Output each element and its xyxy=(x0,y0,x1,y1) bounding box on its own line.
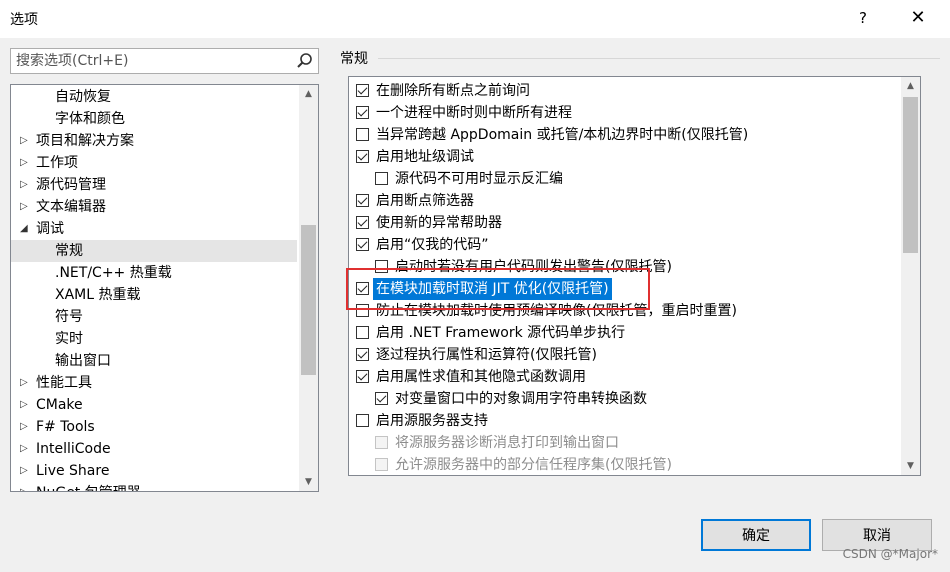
option-checkbox[interactable] xyxy=(375,172,388,185)
tree-scrollbar[interactable]: ▲ ▼ xyxy=(299,85,318,491)
tree-item-label: F# Tools xyxy=(36,419,95,435)
option-label: 允许源服务器中的部分信任程序集(仅限托管) xyxy=(395,457,672,473)
option-checkbox[interactable] xyxy=(375,260,388,273)
option-checkbox[interactable] xyxy=(356,216,369,229)
close-button[interactable]: ✕ xyxy=(905,6,931,30)
expand-arrow-icon[interactable]: ▷ xyxy=(20,196,28,218)
section-divider xyxy=(378,58,940,59)
tree-item-label: 工作项 xyxy=(36,155,78,171)
section-title: 常规 xyxy=(340,51,368,67)
tree-item-label: 调试 xyxy=(36,221,64,237)
options-tree: ▷ NuGet 包管理器 ▷ Live Share ▷ IntelliCode ▷ F# To… xyxy=(10,84,319,492)
option-checkbox[interactable] xyxy=(356,370,369,383)
tree-item-label: 符号 xyxy=(55,309,83,325)
tree-item-label: Live Share xyxy=(36,463,110,479)
tree-item-label: 输出窗口 xyxy=(55,353,111,369)
option-label: 对变量窗口中的对象调用字符串转换函数 xyxy=(395,391,647,407)
expand-arrow-icon[interactable]: ▷ xyxy=(20,416,28,438)
option-checkbox[interactable] xyxy=(356,84,369,97)
tree-item-label: CMake xyxy=(36,397,83,413)
option-checkbox[interactable] xyxy=(356,150,369,163)
expand-arrow-icon[interactable]: ▷ xyxy=(20,394,28,416)
help-button[interactable]: ? xyxy=(852,6,874,30)
tree-item-label: 源代码管理 xyxy=(36,177,106,193)
option-checkbox[interactable] xyxy=(356,348,369,361)
tree-item-label: 字体和颜色 xyxy=(55,111,125,127)
tree-item-label: .NET/C++ 热重载 xyxy=(55,265,172,281)
scroll-down-icon[interactable]: ▼ xyxy=(299,473,318,491)
option-checkbox[interactable] xyxy=(356,282,369,295)
scroll-up-icon[interactable]: ▲ xyxy=(299,85,318,103)
tree-scroll-thumb[interactable] xyxy=(301,225,316,375)
tree-item[interactable]: 常规 xyxy=(11,240,297,262)
search-box xyxy=(10,48,319,74)
option-label: 启用“仅我的代码” xyxy=(376,237,489,253)
expand-arrow-icon[interactable]: ▷ xyxy=(20,372,28,394)
expand-arrow-icon[interactable]: ▷ xyxy=(20,152,28,174)
option-checkbox[interactable] xyxy=(356,238,369,251)
window-title: 选项 xyxy=(10,12,38,28)
option-label: 逐过程执行属性和运算符(仅限托管) xyxy=(376,347,597,363)
search-input[interactable] xyxy=(16,52,286,70)
options-scrollbar[interactable]: ▲ ▼ xyxy=(901,77,920,475)
options-list: 允许源服务器中的部分信任程序集(仅限托管) 将源服务器诊断消息打印到输出窗口 启用源… xyxy=(348,76,921,476)
tree-item-label: XAML 热重载 xyxy=(55,287,141,303)
title-bar: 选项 ? ✕ xyxy=(0,0,950,38)
option-label: 启用断点筛选器 xyxy=(376,193,474,209)
ok-button[interactable]: 确定 xyxy=(701,519,811,551)
option-checkbox[interactable] xyxy=(356,414,369,427)
option-checkbox[interactable] xyxy=(356,326,369,339)
option-label: 防止在模块加载时使用预编译映像(仅限托管，重启时重置) xyxy=(376,303,737,319)
option-label: 当异常跨越 AppDomain 或托管/本机边界时中断(仅限托管) xyxy=(376,127,749,143)
option-label: 在删除所有断点之前询问 xyxy=(376,83,530,99)
tree-item-label: IntelliCode xyxy=(36,441,111,457)
option-label: 源代码不可用时显示反汇编 xyxy=(395,171,563,187)
watermark: CSDN @*Major* xyxy=(842,547,938,561)
option-checkbox xyxy=(375,436,388,449)
option-label: 启动时若没有用户代码则发出警告(仅限托管) xyxy=(395,259,672,275)
scroll-down-icon[interactable]: ▼ xyxy=(901,457,920,475)
tree-item-label: 自动恢复 xyxy=(55,89,111,105)
tree-item-label: 实时 xyxy=(55,331,83,347)
option-checkbox[interactable] xyxy=(375,392,388,405)
option-checkbox xyxy=(375,458,388,471)
search-icon[interactable] xyxy=(295,51,315,71)
option-label: 一个进程中断时则中断所有进程 xyxy=(376,105,572,121)
tree-item-label: 文本编辑器 xyxy=(36,199,106,215)
option-label: 启用源服务器支持 xyxy=(376,413,488,429)
option-label: 在模块加载时取消 JIT 优化(仅限托管) xyxy=(373,278,612,300)
options-scroll-thumb[interactable] xyxy=(903,97,918,253)
option-checkbox[interactable] xyxy=(356,128,369,141)
option-label: 启用属性求值和其他隐式函数调用 xyxy=(376,369,586,385)
tree-item-label: 项目和解决方案 xyxy=(36,133,134,149)
option-label: 使用新的异常帮助器 xyxy=(376,215,502,231)
expand-arrow-icon[interactable]: ▷ xyxy=(20,130,28,152)
scroll-up-icon[interactable]: ▲ xyxy=(901,77,920,95)
expand-arrow-icon[interactable]: ▷ xyxy=(20,460,28,482)
expand-arrow-icon[interactable]: ▷ xyxy=(20,438,28,460)
expand-arrow-icon[interactable]: ▷ xyxy=(20,482,28,491)
option-label: 启用 .NET Framework 源代码单步执行 xyxy=(376,325,626,341)
option-checkbox[interactable] xyxy=(356,106,369,119)
collapse-arrow-icon[interactable]: ◢ xyxy=(20,218,28,240)
tree-item-label: 常规 xyxy=(55,243,83,259)
option-checkbox[interactable] xyxy=(356,304,369,317)
option-label: 启用地址级调试 xyxy=(376,149,474,165)
option-checkbox[interactable] xyxy=(356,194,369,207)
option-label: 将源服务器诊断消息打印到输出窗口 xyxy=(395,435,619,451)
expand-arrow-icon[interactable]: ▷ xyxy=(20,174,28,196)
tree-item-label: 性能工具 xyxy=(36,375,92,391)
tree-item-label: NuGet 包管理器 xyxy=(36,482,141,491)
